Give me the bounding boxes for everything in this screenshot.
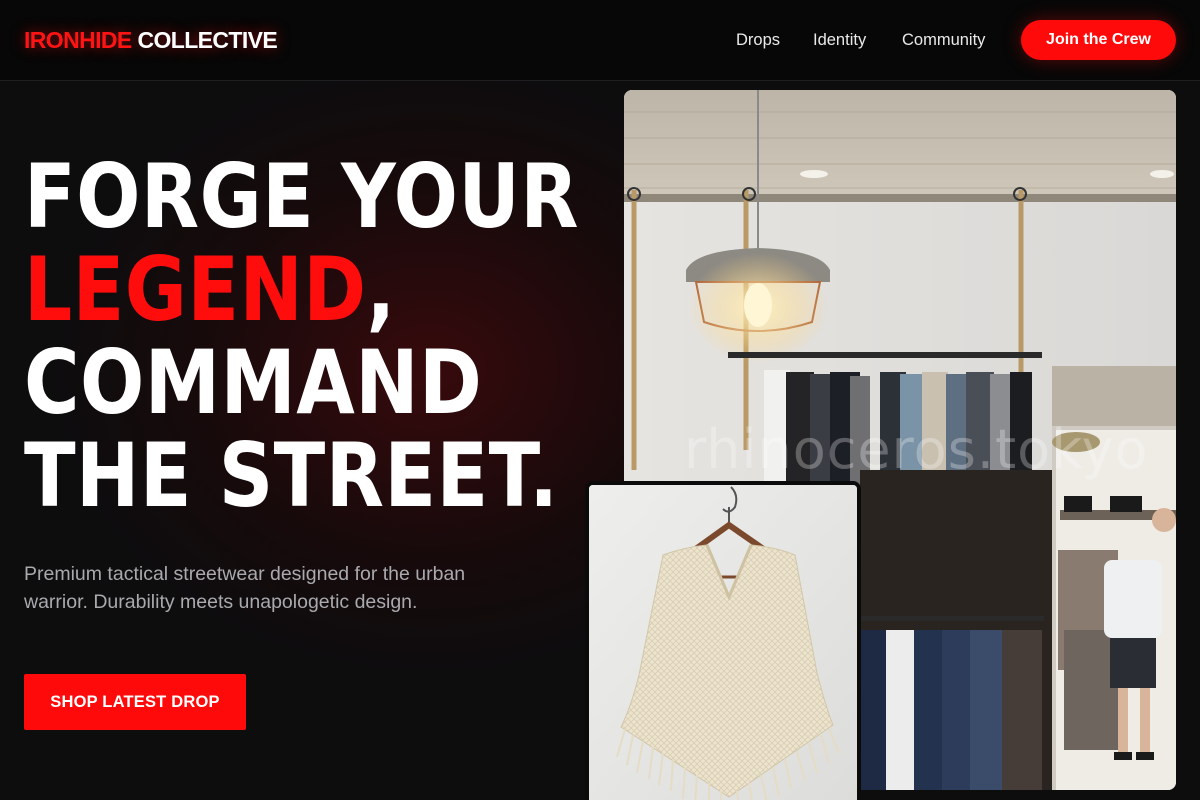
product-sweater-image xyxy=(585,481,861,800)
brand-logo[interactable]: IRONHIDE COLLECTIVE xyxy=(24,26,278,54)
top-navbar: IRONHIDE COLLECTIVE Drops Identity Commu… xyxy=(0,0,1200,81)
shop-latest-drop-button[interactable]: SHOP LATEST DROP xyxy=(24,674,246,730)
hero-headline: FORGE YOUR LEGEND, COMMAND THE STREET. xyxy=(24,145,579,527)
headline-line-2: LEGEND, xyxy=(24,243,506,336)
headline-line-3: COMMAND xyxy=(24,331,483,434)
nav-link-community[interactable]: Community xyxy=(902,30,985,50)
landing-page: IRONHIDE COLLECTIVE Drops Identity Commu… xyxy=(0,0,1200,800)
nav-link-identity[interactable]: Identity xyxy=(813,30,866,50)
join-crew-button[interactable]: Join the Crew xyxy=(1021,20,1176,60)
headline-comma: , xyxy=(366,238,396,341)
brand-name-primary: IRONHIDE xyxy=(24,27,132,53)
headline-line-4: THE STREET. xyxy=(24,424,559,527)
hero-subtext: Premium tactical streetwear designed for… xyxy=(24,563,466,613)
knit-poncho-illustration xyxy=(589,485,857,800)
image-watermark: rhinoceros.tokyo xyxy=(684,418,1149,481)
headline-accent-word: LEGEND xyxy=(24,238,367,341)
nav-link-drops[interactable]: Drops xyxy=(736,30,780,50)
brand-name-secondary: COLLECTIVE xyxy=(137,27,278,53)
headline-line-1: FORGE YOUR xyxy=(24,145,579,248)
